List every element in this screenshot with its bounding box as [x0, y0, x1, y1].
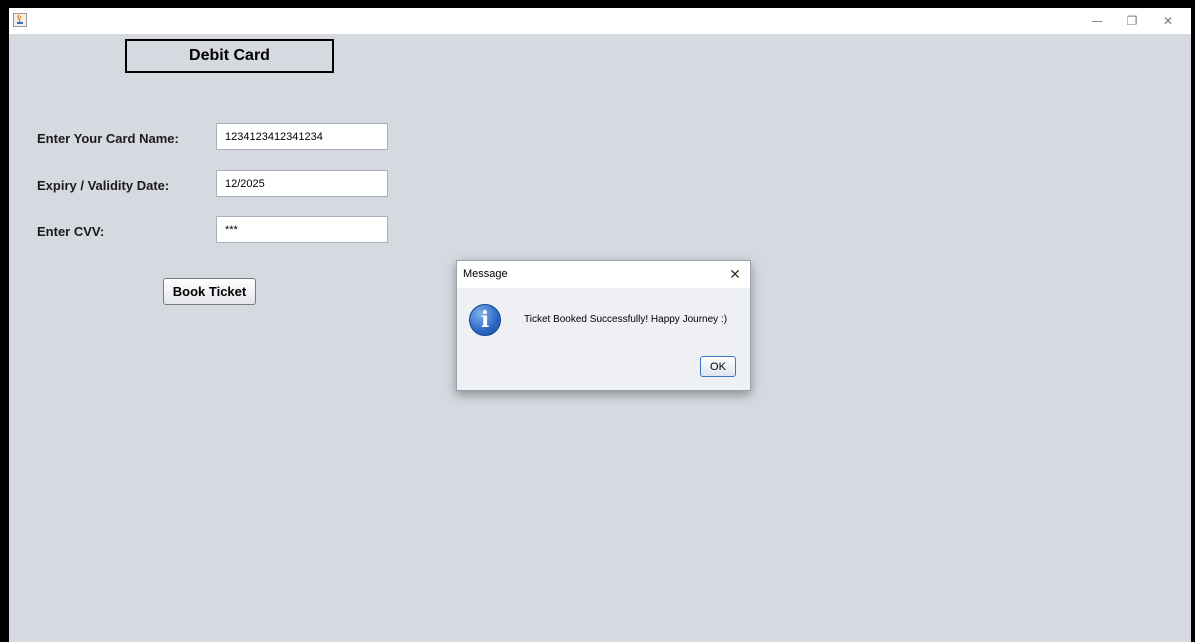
ok-button[interactable]: OK — [700, 356, 736, 377]
expiry-date-label: Expiry / Validity Date: — [37, 178, 170, 193]
card-name-input[interactable]: 1234123412341234 — [216, 123, 388, 150]
window-titlebar[interactable]: — ❐ ✕ — [9, 8, 1191, 34]
page-title: Debit Card — [125, 39, 334, 73]
card-name-label: Enter Your Card Name: — [37, 131, 179, 146]
app-window: — ❐ ✕ Debit Card Enter Your Card Name: 1… — [0, 0, 1195, 642]
dialog-message: Ticket Booked Successfully! Happy Journe… — [524, 314, 728, 325]
expiry-date-input[interactable]: 12/2025 — [216, 170, 388, 197]
info-icon: i — [469, 304, 501, 336]
java-icon — [13, 13, 27, 27]
cvv-label: Enter CVV: — [37, 224, 105, 239]
dialog-titlebar[interactable]: Message ✕ — [457, 261, 750, 288]
cvv-input[interactable]: *** — [216, 216, 388, 243]
dialog-title: Message — [463, 268, 508, 280]
message-dialog: Message ✕ i Ticket Booked Successfully! … — [456, 260, 751, 391]
minimize-button[interactable]: — — [1082, 8, 1112, 34]
book-ticket-button[interactable]: Book Ticket — [163, 278, 256, 305]
dialog-close-button[interactable]: ✕ — [720, 261, 750, 288]
close-button[interactable]: ✕ — [1153, 8, 1183, 34]
maximize-button[interactable]: ❐ — [1117, 8, 1147, 34]
